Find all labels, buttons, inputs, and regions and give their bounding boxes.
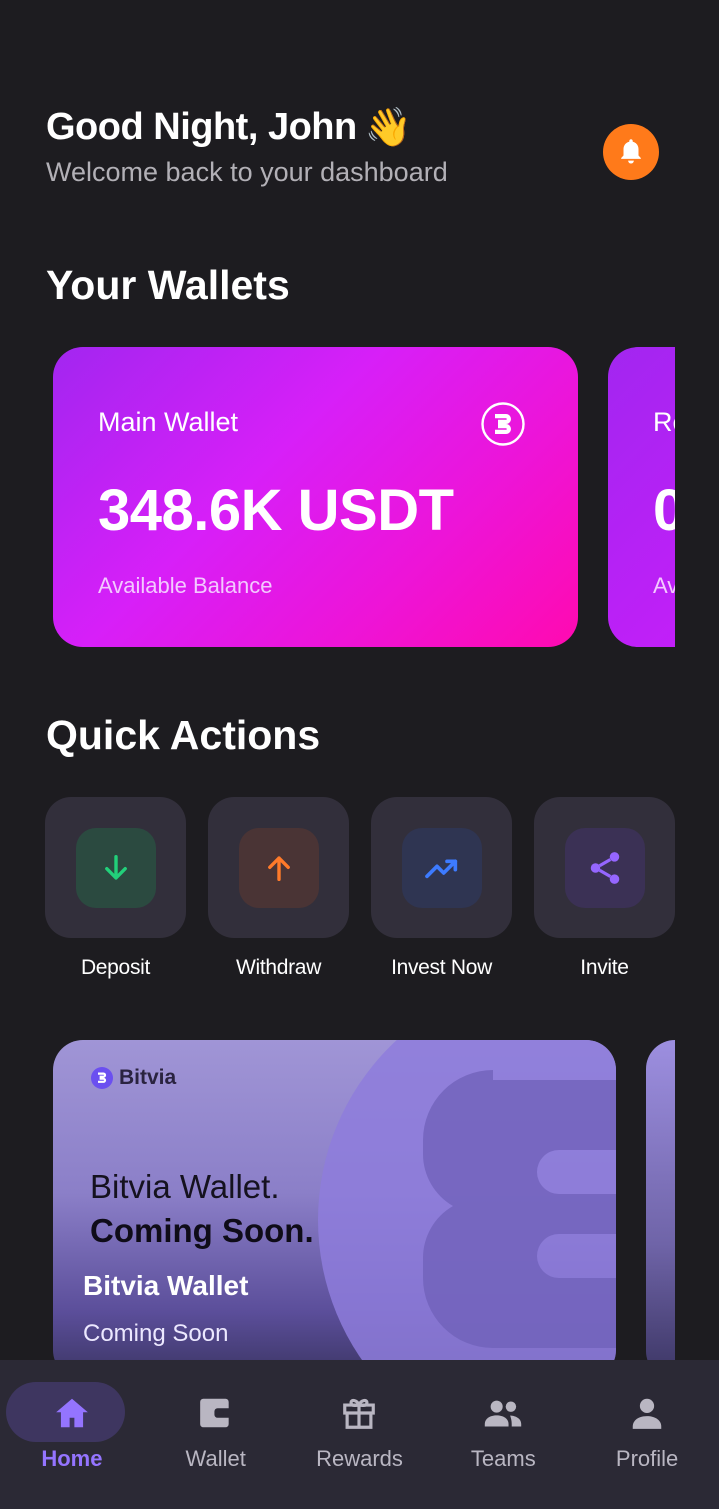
wallet-balance-caption: Av — [653, 573, 675, 598]
share-icon — [590, 851, 619, 884]
arrow-up-icon — [267, 855, 290, 881]
greeting-subtitle: Welcome back to your dashboard — [46, 157, 448, 187]
invite-action[interactable]: Invite — [534, 797, 675, 980]
nav-item-profile[interactable]: Profile — [575, 1360, 719, 1509]
wallet-balance: 0 — [653, 478, 675, 543]
arrow-down-icon — [104, 854, 127, 880]
invite-tile[interactable] — [534, 797, 675, 938]
quick-actions-row: Deposit Withdraw Invest Now Invite — [45, 797, 675, 980]
withdraw-action[interactable]: Withdraw — [208, 797, 349, 980]
greeting-block: Good Night, John 👋 Welcome back to your … — [46, 106, 448, 188]
promo-title: Bitvia Wallet — [83, 1270, 249, 1301]
gift-icon — [343, 1398, 376, 1429]
group-icon — [485, 1400, 522, 1427]
nav-item-home[interactable]: Home — [0, 1360, 144, 1509]
invite-icon-bg — [564, 827, 645, 908]
nav-label-wallet: Wallet — [185, 1446, 246, 1471]
secondary-wallet-card[interactable]: Re 0 Av — [608, 347, 675, 647]
withdraw-label: Withdraw — [235, 956, 322, 979]
bell-icon — [621, 139, 641, 164]
home-icon — [56, 1398, 88, 1428]
nav-label-rewards: Rewards — [316, 1446, 403, 1471]
promo-brand-name: Bitvia — [119, 1066, 177, 1089]
person-icon — [632, 1398, 662, 1429]
nav-label-teams: Teams — [470, 1446, 536, 1471]
deposit-label: Deposit — [80, 956, 151, 979]
bitvia-logo-icon — [91, 1067, 113, 1089]
promo-banner[interactable]: Bitvia Bitvia Wallet. Coming Soon. Bitvi… — [53, 1040, 616, 1380]
greeting-title: Good Night, John 👋 — [46, 106, 448, 149]
nav-label-home: Home — [41, 1446, 103, 1471]
nav-item-wallet[interactable]: Wallet — [144, 1360, 288, 1509]
invest-tile[interactable] — [371, 797, 512, 938]
notification-button[interactable] — [603, 124, 659, 180]
bottom-nav: Home Wallet Rewards Teams Profile — [0, 1360, 719, 1509]
greeting-text: Good Night, John — [46, 106, 357, 148]
wallets-section-title: Your Wallets — [46, 262, 290, 308]
trending-up-icon — [424, 859, 457, 878]
invest-icon-bg — [401, 827, 482, 908]
withdraw-tile[interactable] — [208, 797, 349, 938]
next-promo-banner[interactable] — [646, 1040, 675, 1380]
nav-item-rewards[interactable]: Rewards — [288, 1360, 432, 1509]
invest-label: Invest Now — [391, 956, 492, 979]
wallet-name: Re — [653, 407, 675, 437]
promo-headline: Bitvia Wallet. — [90, 1168, 280, 1205]
bitvia-logo-icon — [481, 402, 525, 446]
quick-actions-title: Quick Actions — [46, 712, 321, 758]
bitvia-emblem-graphic — [318, 1040, 616, 1380]
promo-subtitle: Coming Soon — [83, 1320, 229, 1347]
promo-headline-bold: Coming Soon. — [90, 1212, 314, 1249]
nav-item-teams[interactable]: Teams — [431, 1360, 575, 1509]
nav-label-profile: Profile — [615, 1446, 679, 1471]
wallet-icon — [199, 1398, 229, 1428]
deposit-tile[interactable] — [45, 797, 186, 938]
waving-hand-icon: 👋 — [364, 106, 412, 149]
withdraw-icon-bg — [238, 827, 319, 908]
deposit-icon-bg — [75, 827, 156, 908]
deposit-action[interactable]: Deposit — [45, 797, 186, 980]
invest-action[interactable]: Invest Now — [371, 797, 512, 980]
main-wallet-card[interactable]: Main Wallet 348.6K USDT Available Balanc… — [53, 347, 578, 647]
invite-label: Invite — [580, 956, 629, 979]
promo-brand: Bitvia — [90, 1066, 176, 1090]
wallet-balance-caption: Available Balance — [98, 573, 273, 598]
wallet-balance: 348.6K USDT — [98, 478, 454, 543]
wallet-name: Main Wallet — [98, 407, 239, 437]
